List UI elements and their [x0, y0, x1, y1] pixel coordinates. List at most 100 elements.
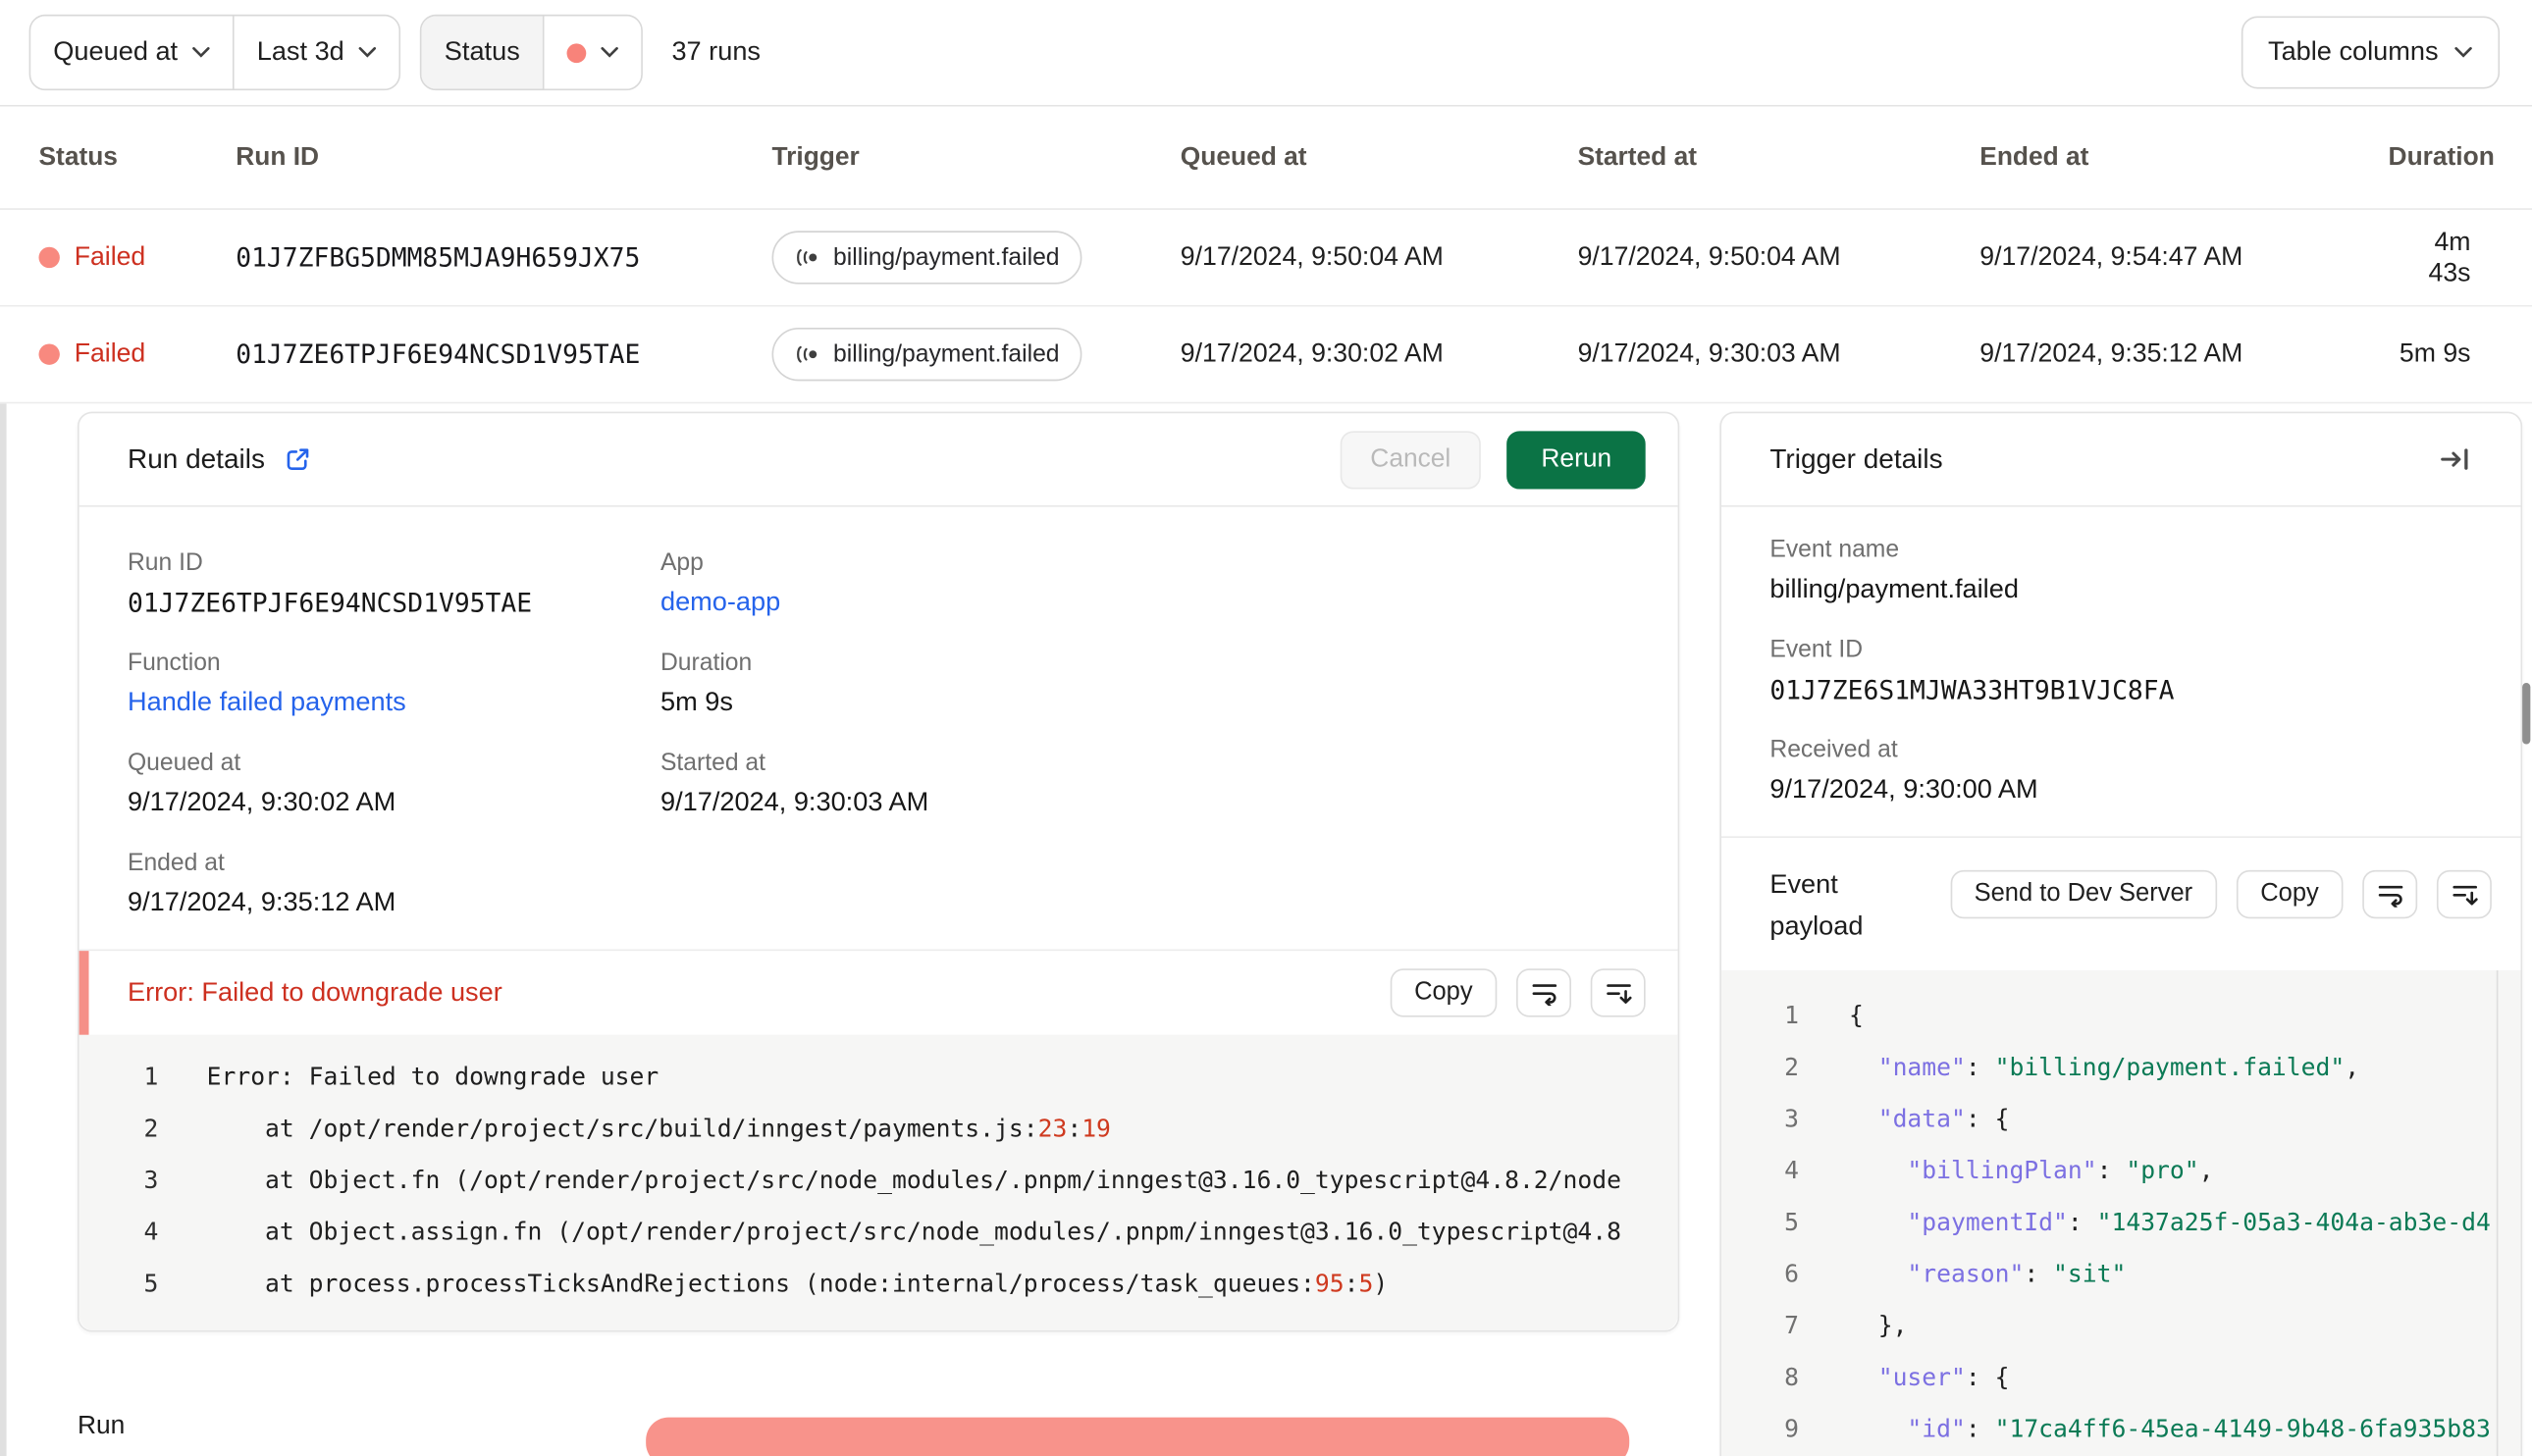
trigger-cell: billing/payment.failed — [771, 231, 1181, 285]
code-line: 4 at Object.assign.fn (/opt/render/proje… — [79, 1206, 1678, 1258]
trigger-pill[interactable]: billing/payment.failed — [771, 328, 1082, 382]
field-event-name: Event name billing/payment.failed — [1769, 536, 2472, 605]
rerun-button[interactable]: Rerun — [1506, 430, 1646, 489]
payload-scrollbar-track[interactable] — [2496, 969, 2499, 1456]
app-link[interactable]: demo-app — [660, 588, 780, 617]
failed-status-dot-icon — [38, 343, 60, 365]
app-label: App — [659, 548, 704, 577]
queued-at-filter-button[interactable]: Queued at — [30, 16, 234, 89]
queued-at-label: Queued at — [127, 749, 241, 777]
code-line: 2 at /opt/render/project/src/build/innge… — [79, 1103, 1678, 1155]
cancel-button[interactable]: Cancel — [1340, 430, 1482, 489]
copy-error-button[interactable]: Copy — [1390, 968, 1498, 1017]
started-at-value: 9/17/2024, 9:30:03 AM — [659, 787, 929, 817]
copy-payload-button[interactable]: Copy — [2236, 869, 2344, 919]
column-header-trigger: Trigger — [771, 142, 860, 171]
started-at-cell: 9/17/2024, 9:30:03 AM — [1577, 338, 1841, 369]
line-number: 5 — [1784, 1207, 1799, 1237]
event-trigger-icon — [795, 247, 820, 268]
ended-at-value: 9/17/2024, 9:35:12 AM — [127, 887, 396, 917]
code-text: }, — [1848, 1311, 1908, 1340]
field-app: App demo-app — [660, 548, 1629, 618]
trigger-cell: billing/payment.failed — [771, 328, 1181, 382]
run-id-cell: 01J7ZE6TPJF6E94NCSD1V95TAE — [236, 338, 641, 370]
code-text: at Object.fn (/opt/render/project/src/no… — [206, 1165, 1621, 1195]
started-at-label: Started at — [659, 749, 766, 777]
send-to-dev-server-button[interactable]: Send to Dev Server — [1949, 869, 2217, 919]
code-text: { — [1848, 1001, 1864, 1030]
run-id-label: Run ID — [127, 548, 203, 577]
collapse-panel-icon[interactable] — [2427, 435, 2482, 484]
event-name-label: Event name — [1769, 536, 1900, 564]
table-columns-button[interactable]: Table columns — [2241, 16, 2501, 89]
page-scrollbar-thumb[interactable] — [2522, 683, 2531, 745]
line-number: 1 — [1784, 1001, 1799, 1030]
trigger-details-fields: Event name billing/payment.failed Event … — [1721, 507, 2520, 837]
trigger-name: billing/payment.failed — [833, 340, 1060, 369]
trigger-pill[interactable]: billing/payment.failed — [771, 231, 1082, 285]
code-line: 6 "reason": "sit" — [1721, 1248, 2520, 1300]
received-at-label: Received at — [1769, 736, 1898, 764]
scroll-to-bottom-button[interactable] — [2436, 869, 2492, 919]
scroll-to-bottom-button[interactable] — [1590, 968, 1646, 1017]
queued-at-filter-label: Queued at — [53, 36, 179, 67]
status-filter-group: Status — [420, 14, 643, 91]
code-text: "billingPlan": "pro", — [1907, 1156, 2214, 1185]
duration-cell: 4m 43s — [2428, 227, 2471, 287]
line-number: 6 — [1784, 1259, 1799, 1289]
column-header-duration: Duration — [2388, 142, 2495, 171]
time-filter-group: Queued at Last 3d — [28, 14, 401, 91]
field-run-id: Run ID 01J7ZE6TPJF6E94NCSD1V95TAE — [128, 548, 660, 618]
word-wrap-toggle-button[interactable] — [1516, 968, 1571, 1017]
function-link[interactable]: Handle failed payments — [128, 688, 406, 717]
time-range-label: Last 3d — [256, 36, 344, 67]
trigger-details-title: Trigger details — [1769, 442, 1943, 474]
code-line: 1{ — [1721, 990, 2520, 1042]
app-window: Queued at Last 3d Status 37 runs Table c… — [0, 0, 2532, 1456]
chevron-down-icon — [192, 47, 210, 59]
status-text: Failed — [74, 338, 146, 369]
table-row[interactable]: Failed 01J7ZFBG5DMM85MJA9H659JX75 billing/… — [0, 209, 2532, 307]
chevron-down-icon — [601, 47, 618, 59]
line-number: 3 — [143, 1165, 159, 1195]
queued-at-value: 9/17/2024, 9:30:02 AM — [127, 787, 396, 817]
ended-at-label: Ended at — [127, 849, 225, 877]
table-columns-label: Table columns — [2268, 36, 2439, 67]
table-row[interactable]: Failed 01J7ZE6TPJF6E94NCSD1V95TAE billing/… — [0, 306, 2532, 404]
event-trigger-icon — [795, 343, 820, 364]
line-number: 5 — [143, 1269, 159, 1298]
code-text: "data": { — [1877, 1104, 2010, 1134]
code-text: "paymentId": "1437a25f-05a3-404a-ab3e-d4… — [1907, 1207, 2492, 1237]
word-wrap-toggle-button[interactable] — [2362, 869, 2418, 919]
line-number: 3 — [1784, 1104, 1799, 1134]
code-text: Error: Failed to downgrade user — [206, 1062, 659, 1092]
timeline-run-label: Run — [77, 1412, 126, 1440]
expanded-row-edge — [0, 403, 7, 1456]
run-details-header: Run details Cancel Rerun — [79, 413, 1678, 507]
line-number: 2 — [143, 1114, 159, 1143]
status-filter-value-button[interactable] — [542, 16, 642, 89]
event-payload-json[interactable]: 1{2 "name": "billing/payment.failed", 3 "… — [1721, 969, 2521, 1456]
chevron-down-icon — [2454, 47, 2472, 59]
event-payload-header: Event payload Send to Dev Server Copy — [1721, 836, 2521, 970]
failed-status-dot-icon — [38, 246, 60, 269]
code-line: 1 Error: Failed to downgrade user — [79, 1051, 1678, 1103]
external-link-icon[interactable] — [285, 445, 312, 473]
column-header-queued-at: Queued at — [1180, 142, 1307, 171]
event-payload-actions: Send to Dev Server Copy — [1949, 869, 2492, 970]
time-range-filter-button[interactable]: Last 3d — [233, 16, 399, 89]
run-timeline-bar[interactable] — [646, 1417, 1630, 1456]
error-accent-bar — [79, 951, 89, 1035]
queued-at-cell: 9/17/2024, 9:50:04 AM — [1180, 241, 1444, 272]
error-title: Error: Failed to downgrade user — [127, 977, 502, 1007]
error-stack-trace[interactable]: 1 Error: Failed to downgrade user 2 at /op… — [79, 1034, 1678, 1330]
ended-at-cell: 9/17/2024, 9:54:47 AM — [1979, 241, 2243, 272]
queued-at-cell: 9/17/2024, 9:30:02 AM — [1180, 338, 1444, 369]
code-line: 3 "data": { — [1721, 1093, 2520, 1145]
column-header-ended-at: Ended at — [1979, 142, 2089, 171]
trigger-details-panel: Trigger details Event name billing/payme… — [1719, 411, 2523, 1456]
duration-label: Duration — [659, 649, 753, 677]
chevron-down-icon — [358, 47, 377, 59]
event-payload-title: Event payload — [1769, 869, 1864, 942]
status-text: Failed — [74, 241, 146, 272]
